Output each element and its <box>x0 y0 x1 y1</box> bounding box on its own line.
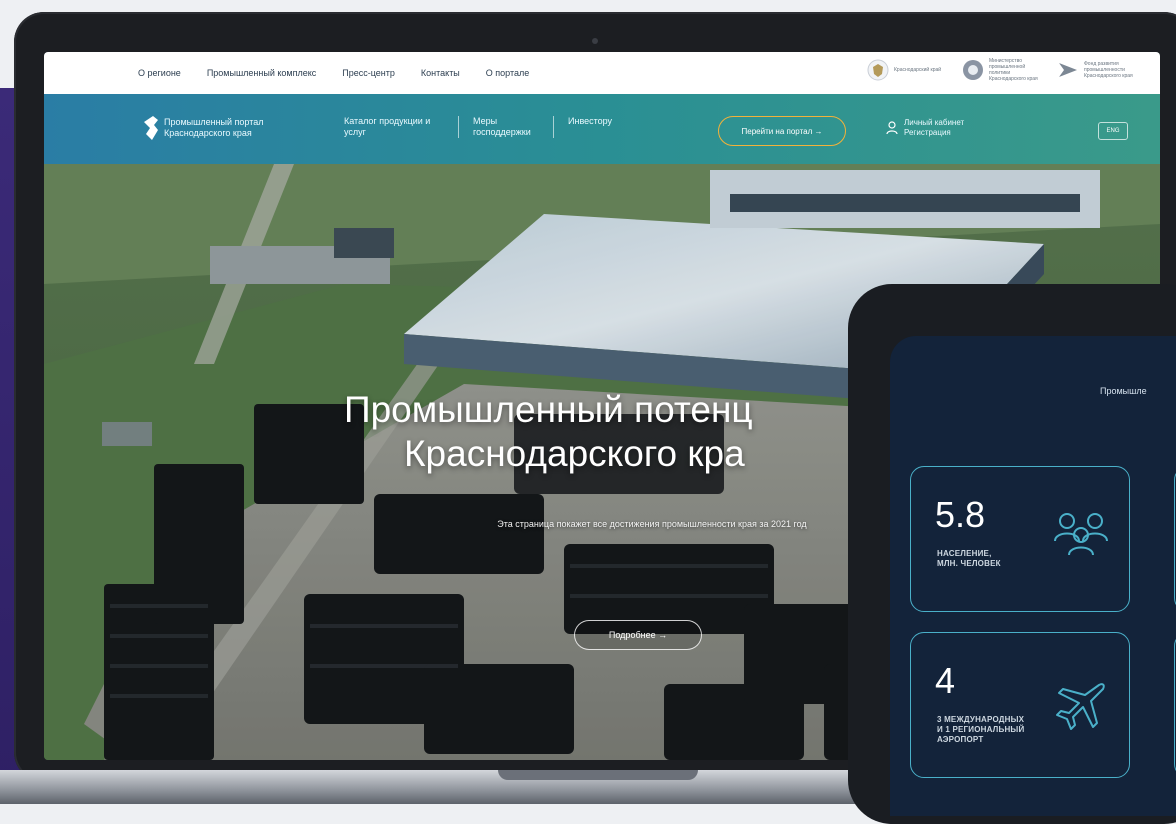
partner-krasnodar[interactable]: Краснодарский край <box>867 59 950 81</box>
top-navigation: О регионе Промышленный комплекс Пресс-це… <box>44 52 1160 94</box>
top-nav-link-industry[interactable]: Промышленный комплекс <box>207 68 316 78</box>
hero-title-line-1: Промышленный потенц <box>344 389 753 430</box>
portal-logo-icon <box>144 116 158 140</box>
menu-item-catalog[interactable]: Каталог продукции и услуг <box>344 116 458 138</box>
partner-ministry-name: Министерство промышленной политики Красн… <box>989 58 1038 82</box>
cabinet-links: Личный кабинет Регистрация <box>904 118 964 138</box>
menu-item-investor[interactable]: Инвестору <box>553 116 642 138</box>
brand-logo[interactable]: Промышленный портал Краснодарского края <box>144 116 294 140</box>
stat-airports-value: 4 <box>935 660 956 701</box>
learn-more-button[interactable]: Подробнее → <box>574 620 702 650</box>
hero-subtitle: Эта страница покажет все достижения пром… <box>497 519 807 529</box>
partner-fund[interactable]: Фонд развития промышленности Краснодарск… <box>1057 59 1140 81</box>
top-nav-links: О регионе Промышленный комплекс Пресс-це… <box>138 68 529 78</box>
top-nav-link-region[interactable]: О регионе <box>138 68 181 78</box>
brand-name: Промышленный портал Краснодарского края <box>164 117 264 138</box>
user-icon <box>886 121 898 135</box>
stat-population-value: 5.8 <box>935 494 986 535</box>
main-navigation: Промышленный портал Краснодарского края … <box>44 94 1160 164</box>
user-cabinet[interactable]: Личный кабинет Регистрация <box>886 118 964 138</box>
tablet-screen: Промышле 5.8 НАСЕЛЕНИЕ, МЛН. ЧЕЛОВЕК 4 3… <box>890 336 1176 816</box>
menu-item-support[interactable]: Меры господдержки <box>458 116 553 138</box>
stat-population-label: НАСЕЛЕНИЕ, МЛН. ЧЕЛОВЕК <box>937 549 1001 569</box>
main-menu: Каталог продукции и услуг Меры господдер… <box>344 116 642 138</box>
laptop-camera <box>592 38 598 44</box>
stat-airports-label: 3 МЕЖДУНАРОДНЫХ И 1 РЕГИОНАЛЬНЫЙ АЭРОПОР… <box>937 715 1024 745</box>
stat-airports-label-line-1: 3 МЕЖДУНАРОДНЫХ <box>937 715 1025 724</box>
laptop-notch <box>498 770 698 780</box>
stat-airports-label-line-3: АЭРОПОРТ <box>937 735 984 744</box>
top-nav-link-press[interactable]: Пресс-центр <box>342 68 395 78</box>
partner-fund-name: Фонд развития промышленности Краснодарск… <box>1084 61 1133 79</box>
stat-airports-label-line-2: И 1 РЕГИОНАЛЬНЫЙ <box>937 725 1025 734</box>
tablet-page-title: Промышле <box>1100 386 1147 396</box>
stat-population-label-line-1: НАСЕЛЕНИЕ, <box>937 549 992 558</box>
top-nav-link-contacts[interactable]: Контакты <box>421 68 460 78</box>
partner-ministry[interactable]: Министерство промышленной политики Красн… <box>962 58 1045 82</box>
airplane-icon <box>1056 683 1105 730</box>
ministry-emblem-icon <box>963 60 983 80</box>
top-nav-link-about[interactable]: О портале <box>486 68 529 78</box>
stat-population-label-line-2: МЛН. ЧЕЛОВЕК <box>937 559 1001 568</box>
partner-logos: Краснодарский край Министерство промышле… <box>867 58 1140 82</box>
partner-krasnodar-name: Краснодарский край <box>894 67 942 73</box>
fund-arrow-icon <box>1059 63 1077 77</box>
personal-cabinet-link[interactable]: Личный кабинет <box>904 118 964 128</box>
go-to-portal-button[interactable]: Перейти на портал → <box>718 116 846 146</box>
stat-card-airports: 4 3 МЕЖДУНАРОДНЫХ И 1 РЕГИОНАЛЬНЫЙ АЭРОП… <box>910 632 1130 778</box>
language-switch-button[interactable]: ENG <box>1098 122 1128 140</box>
stat-card-population: 5.8 НАСЕЛЕНИЕ, МЛН. ЧЕЛОВЕК <box>910 466 1130 612</box>
people-icon <box>1054 513 1108 556</box>
coat-of-arms-icon <box>867 59 889 81</box>
registration-link[interactable]: Регистрация <box>904 128 964 138</box>
